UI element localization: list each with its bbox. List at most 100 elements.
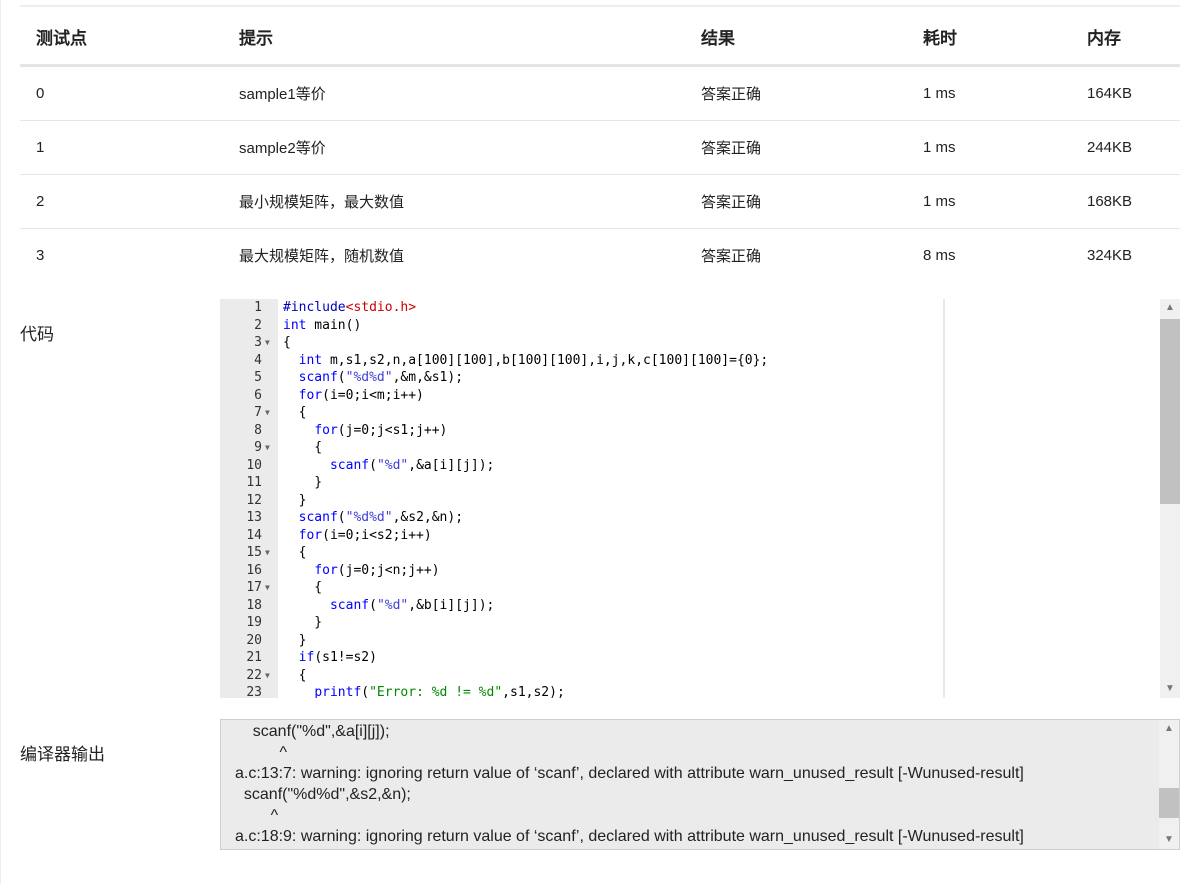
code-line[interactable]: 6 for(i=0;i<m;i++) xyxy=(220,387,1160,405)
compiler-output-lines: scanf("%d",&a[i][j]); ^ a.c:13:7: warning… xyxy=(221,720,1179,846)
code-text: { xyxy=(283,545,307,560)
line-number: 6 xyxy=(254,387,262,403)
scroll-down-icon[interactable]: ▼ xyxy=(1160,680,1180,698)
header-hint: 提示 xyxy=(223,8,685,67)
scroll-up-icon[interactable]: ▲ xyxy=(1159,720,1179,738)
cell-id: 0 xyxy=(20,65,223,121)
header-time: 耗时 xyxy=(907,8,1071,67)
code-editor[interactable]: 1 #include<stdio.h> 2 int main() 3 ▼{4 int m,… xyxy=(220,299,1180,698)
fold-arrow-icon[interactable]: ▼ xyxy=(265,667,270,685)
cell-id: 2 xyxy=(20,174,223,229)
cell-id: 1 xyxy=(20,120,223,175)
code-line[interactable]: 16 for(j=0;j<n;j++) xyxy=(220,562,1160,580)
header-result: 结果 xyxy=(685,8,907,67)
line-number: 23 xyxy=(246,685,262,698)
code-line[interactable]: 3 ▼ { xyxy=(220,334,1160,352)
code-line[interactable]: 2 int main() xyxy=(220,317,1160,335)
line-number: 2 xyxy=(254,317,262,333)
code-line[interactable]: 18 scanf("%d",&b[i][j]); xyxy=(220,597,1160,615)
code-text: if(s1!=s2) xyxy=(298,650,377,665)
code-line[interactable]: 19 } xyxy=(220,614,1160,632)
fold-arrow-icon[interactable]: ▼ xyxy=(265,404,270,422)
fold-arrow-icon[interactable]: ▼ xyxy=(265,439,270,457)
cell-result: 答案正确 xyxy=(685,174,907,229)
line-number: 13 xyxy=(246,510,262,525)
cell-hint: sample1等价 xyxy=(223,65,685,121)
line-number: 22 xyxy=(246,667,262,683)
compiler-output-box[interactable]: scanf("%d",&a[i][j]); ^ a.c:13:7: warning… xyxy=(220,719,1180,850)
line-number: 11 xyxy=(246,475,262,490)
line-number: 17 xyxy=(246,580,262,595)
fold-arrow-icon[interactable]: ▼ xyxy=(265,334,270,352)
line-number: 1 xyxy=(254,300,262,315)
code-line[interactable]: 14 for(i=0;i<s2;i++) xyxy=(220,527,1160,545)
line-number: 5 xyxy=(254,370,262,385)
editor-scrollbar[interactable]: ▲ ▼ xyxy=(1160,299,1180,698)
left-border xyxy=(0,0,1,884)
line-number: 20 xyxy=(246,632,262,648)
output-scrollbar[interactable]: ▲ ▼ xyxy=(1159,720,1179,849)
compiler-output-line: scanf("%d",&a[i][j]); xyxy=(235,723,390,740)
code-line[interactable]: 5 scanf("%d%d",&m,&s1); xyxy=(220,369,1160,387)
code-text: } xyxy=(283,632,307,648)
line-number: 4 xyxy=(254,352,262,368)
line-number: 9 xyxy=(254,440,262,455)
code-text: printf("Error: %d != %d",s1,s2); xyxy=(314,685,565,698)
cell-hint: 最大规模矩阵，随机数值 xyxy=(239,248,405,265)
code-text: int m,s1,s2,n,a[100][100],b[100][100],i,… xyxy=(298,352,769,368)
line-number: 21 xyxy=(246,650,262,665)
code-line[interactable]: 13 scanf("%d%d",&s2,&n); xyxy=(220,509,1160,527)
code-line[interactable]: 12 } xyxy=(220,492,1160,510)
code-line[interactable]: 7 ▼ { xyxy=(220,404,1160,422)
cell-memory: 168KB xyxy=(1071,174,1180,229)
fold-arrow-icon[interactable]: ▼ xyxy=(265,544,270,562)
code-line[interactable]: 9 ▼ { xyxy=(220,439,1160,457)
code-text: } xyxy=(283,615,323,630)
code-line[interactable]: 8 for(j=0;j<s1;j++) xyxy=(220,422,1160,440)
cell-hint: sample2等价 xyxy=(223,120,685,175)
code-text: } xyxy=(283,492,307,508)
fold-arrow-icon[interactable]: ▼ xyxy=(265,579,270,597)
code-text: } xyxy=(283,475,323,490)
code-line[interactable]: 17 ▼ { xyxy=(220,579,1160,597)
code-text: for(i=0;i<s2;i++) xyxy=(298,527,432,543)
code-line[interactable]: 15 ▼ { xyxy=(220,544,1160,562)
output-scroll-thumb[interactable] xyxy=(1159,788,1179,818)
code-text: scanf("%d%d",&m,&s1); xyxy=(298,370,464,385)
cell-result: 答案正确 xyxy=(685,65,907,121)
compiler-output-label: 编译器输出 xyxy=(20,745,105,764)
code-text: { xyxy=(283,405,307,420)
code-text: { xyxy=(283,440,323,455)
line-number: 19 xyxy=(246,615,262,630)
code-lines[interactable]: 1 #include<stdio.h> 2 int main() 3 ▼{4 int m,… xyxy=(220,299,1160,698)
cell-memory: 164KB xyxy=(1071,65,1180,121)
table-row: 3 最大规模矩阵，随机数值 答案正确 8 ms 324KB xyxy=(20,229,1180,283)
line-number: 18 xyxy=(246,597,262,613)
table-header-row: 测试点 提示 结果 耗时 内存 xyxy=(20,8,1180,67)
code-line[interactable]: 10 scanf("%d",&a[i][j]); xyxy=(220,457,1160,475)
table-row: 1 sample2等价 答案正确 1 ms 244KB xyxy=(20,120,1180,175)
compiler-output-line: a.c:13:7: warning: ignoring return value… xyxy=(235,765,1024,782)
editor-scroll-thumb[interactable] xyxy=(1160,319,1180,504)
line-number: 14 xyxy=(246,527,262,543)
code-line[interactable]: 20 } xyxy=(220,632,1160,650)
compiler-output-line: ^ xyxy=(235,744,287,761)
code-text: { xyxy=(283,335,291,350)
line-number: 7 xyxy=(254,405,262,420)
test-results-table: 测试点 提示 结果 耗时 内存 0 sample1等价 答案正确 1 ms 16… xyxy=(20,8,1180,282)
code-line[interactable]: 1 #include<stdio.h> xyxy=(220,299,1160,317)
line-number: 10 xyxy=(246,457,262,473)
code-line[interactable]: 21 if(s1!=s2) xyxy=(220,649,1160,667)
code-text: { xyxy=(283,580,323,595)
code-line[interactable]: 11 } xyxy=(220,474,1160,492)
code-line[interactable]: 22 ▼ { xyxy=(220,667,1160,685)
cell-memory: 244KB xyxy=(1071,120,1180,175)
code-line[interactable]: 23 printf("Error: %d != %d",s1,s2); xyxy=(220,684,1160,698)
scroll-up-icon[interactable]: ▲ xyxy=(1160,299,1180,317)
compiler-output-line: scanf("%d%d",&s2,&n); xyxy=(235,786,411,803)
top-divider xyxy=(20,5,1180,7)
scroll-down-icon[interactable]: ▼ xyxy=(1159,831,1179,849)
header-testpoint: 测试点 xyxy=(20,8,223,67)
cell-result: 答案正确 xyxy=(685,120,907,175)
code-line[interactable]: 4 int m,s1,s2,n,a[100][100],b[100][100],… xyxy=(220,352,1160,370)
